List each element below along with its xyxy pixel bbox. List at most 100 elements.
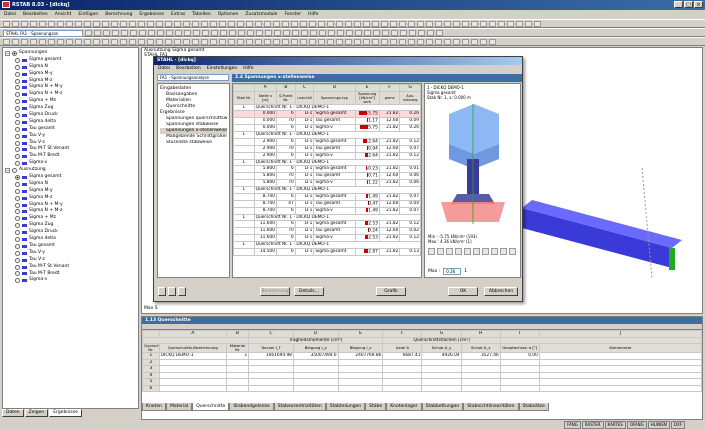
preview-tool-icon[interactable]	[464, 248, 471, 255]
stress-value-cell[interactable]: 2.53	[354, 220, 380, 228]
radio-icon[interactable]	[15, 236, 20, 242]
menu-fenster[interactable]: Fenster	[284, 11, 301, 18]
table-cell[interactable]: 6	[276, 151, 296, 160]
toolbar-icon[interactable]	[66, 21, 73, 27]
radio-icon[interactable]	[12, 50, 17, 56]
table-cell[interactable]: LF1	[294, 172, 315, 180]
preview-tool-icon[interactable]	[509, 248, 516, 255]
table-cell[interactable]: 21.82	[378, 124, 401, 132]
toolbar-icon[interactable]	[309, 39, 316, 45]
toolbar-icon[interactable]	[211, 30, 218, 36]
radio-icon[interactable]	[15, 126, 20, 132]
tree-item[interactable]: Sigma M-y	[5, 71, 136, 78]
radio-icon[interactable]	[15, 147, 20, 153]
radio-icon[interactable]	[15, 230, 20, 236]
toolbar-icon[interactable]	[426, 21, 433, 27]
toolbar-icon[interactable]	[462, 21, 469, 27]
toolbar-icon[interactable]	[399, 39, 406, 45]
table-cell[interactable]: 21.82	[378, 179, 401, 187]
table-tab-material[interactable]: Material	[165, 403, 193, 411]
preview-tool-icon[interactable]	[455, 248, 462, 255]
toolbar-icon[interactable]	[274, 30, 281, 36]
toolbar-icon[interactable]	[102, 21, 109, 27]
toolbar-icon[interactable]	[183, 39, 190, 45]
status-fang[interactable]: FANG	[564, 421, 581, 429]
table-cell[interactable]: 70	[276, 144, 296, 153]
table-cell[interactable]: 12.60	[378, 199, 401, 208]
status-hlinien[interactable]: HLINIEN	[647, 421, 670, 429]
tree-item[interactable]: Tau M-T Bredt	[5, 271, 136, 278]
preview-tool-icon[interactable]	[446, 248, 453, 255]
table-cell[interactable]: 6	[276, 206, 296, 215]
table-cell[interactable]: Tau gesamt	[313, 227, 356, 235]
tree-item[interactable]: Tau V-z	[5, 140, 136, 147]
radio-icon[interactable]	[15, 133, 20, 139]
maximize-button[interactable]: □	[684, 1, 693, 8]
toolbar-icon[interactable]	[247, 30, 254, 36]
table-cell[interactable]: Tau gesamt	[313, 117, 356, 125]
toolbar-icon[interactable]	[130, 30, 137, 36]
collapse-icon[interactable]: −	[5, 50, 10, 56]
table-cell[interactable]: LF1	[294, 117, 315, 125]
menu-hilfe[interactable]: Hilfe	[308, 11, 318, 18]
toolbar-icon[interactable]	[129, 39, 136, 45]
table-cell[interactable]: 6	[276, 192, 296, 201]
table-row[interactable]: 6	[142, 384, 703, 392]
table-cell[interactable]: 6	[276, 220, 296, 228]
toolbar-icon[interactable]	[94, 30, 101, 36]
toolbar-icon[interactable]	[75, 39, 82, 45]
toolbar-icon[interactable]	[382, 30, 389, 36]
toolbar-icon[interactable]	[156, 21, 163, 27]
table-row[interactable]: 14.500 6 LF1 Sigma gesamt 2.87 21.82 0.13	[233, 247, 421, 256]
radio-icon[interactable]	[15, 216, 20, 222]
toolbar-icon[interactable]	[210, 39, 217, 45]
toolbar-icon[interactable]	[93, 21, 100, 27]
table-cell[interactable]	[292, 384, 339, 392]
table-cell[interactable]: 70	[276, 117, 296, 125]
toolbar-icon[interactable]	[291, 21, 298, 27]
table-tab-knotenlager[interactable]: Knotenlager	[386, 403, 422, 411]
table-tab-stabbettungen[interactable]: Stabbettungen	[421, 403, 464, 411]
table-cell[interactable]: LF1	[294, 192, 315, 201]
toolbar-icon[interactable]	[129, 21, 136, 27]
toolbar-icon[interactable]	[237, 21, 244, 27]
toolbar-icon[interactable]	[229, 30, 236, 36]
table-cell[interactable]: Sigma gesamt	[313, 137, 356, 146]
toolbar-icon[interactable]	[417, 21, 424, 27]
radio-icon[interactable]	[15, 85, 20, 91]
table-cell[interactable]: Tau gesamt	[313, 172, 356, 180]
table-cell[interactable]: 0.000	[253, 117, 278, 125]
table-cell[interactable]: 0.12	[399, 137, 421, 146]
toolbar-icon[interactable]	[157, 30, 164, 36]
menu-tabellen[interactable]: Tabellen	[192, 11, 211, 18]
toolbar-icon[interactable]	[426, 39, 433, 45]
toolbar-icon[interactable]	[201, 39, 208, 45]
toolbar-icon[interactable]	[355, 30, 362, 36]
details-button[interactable]: Details...	[294, 287, 324, 296]
radio-icon[interactable]	[15, 140, 20, 146]
table-tab-st-be[interactable]: Stäbe	[365, 403, 387, 411]
tree-item[interactable]: Sigma M-z	[5, 78, 136, 85]
table-cell[interactable]	[248, 384, 294, 392]
menu-zusatzmodule[interactable]: Zusatzmodule	[245, 11, 277, 18]
toolbar-icon[interactable]	[210, 21, 217, 27]
toolbar-icon[interactable]	[300, 21, 307, 27]
toolbar-icon[interactable]	[408, 21, 415, 27]
table-cell[interactable]: LF1	[294, 165, 315, 173]
table-cell[interactable]	[460, 384, 501, 392]
radio-icon[interactable]	[15, 257, 20, 263]
toolbar-icon[interactable]	[273, 21, 280, 27]
table-cell[interactable]: 0.26	[399, 110, 421, 118]
toolbar-icon[interactable]	[418, 30, 425, 36]
tree-item[interactable]: Sigma N + M-y	[5, 84, 136, 91]
table-cell[interactable]: 6	[276, 137, 296, 146]
table-cell[interactable]	[499, 384, 540, 392]
toolbar-icon[interactable]	[391, 30, 398, 36]
table-cell[interactable]: 21.82	[378, 206, 401, 215]
toolbar-icon[interactable]	[453, 39, 460, 45]
ok-button[interactable]: OK	[448, 287, 478, 296]
table-cell[interactable]: 14.500	[253, 247, 278, 256]
table-cell[interactable]: LF1	[294, 234, 315, 242]
table-cell[interactable]: LF1	[294, 179, 315, 187]
table-cell[interactable]: Sigma-v	[313, 179, 356, 187]
